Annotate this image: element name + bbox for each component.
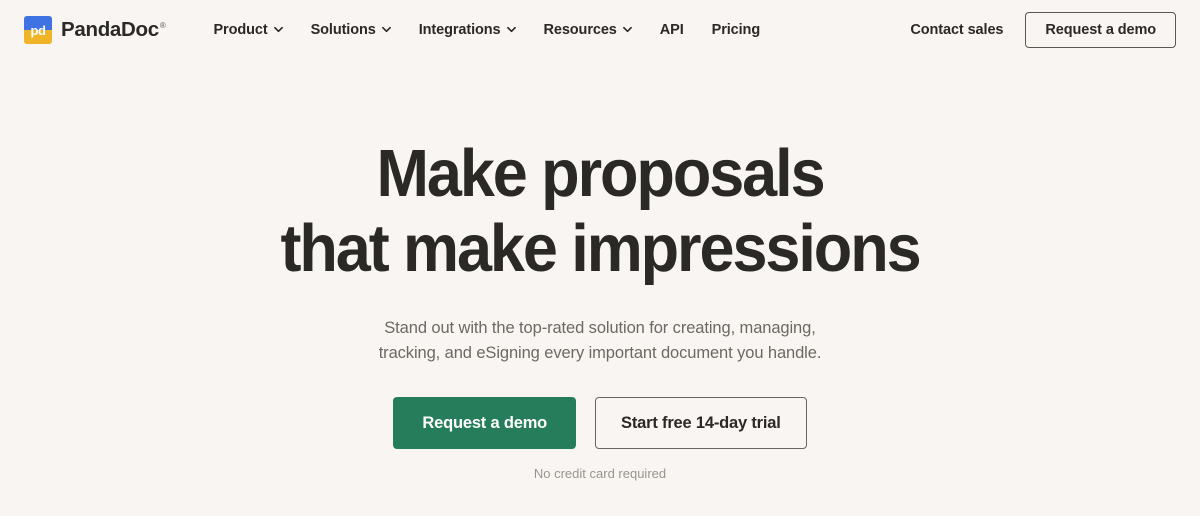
hero-section: Make proposals that make impressions Sta… — [0, 60, 1200, 481]
nav-item-label: Product — [213, 22, 268, 38]
pandadoc-logo-icon: pd — [24, 16, 52, 44]
contact-sales-link[interactable]: Contact sales — [910, 22, 1003, 38]
nav-item-pricing[interactable]: Pricing — [698, 14, 774, 46]
brand-name: PandaDoc® — [61, 18, 166, 42]
logo-mark-text: pd — [30, 22, 46, 38]
hero-title-line-1: Make proposals — [376, 136, 825, 211]
cta-note: No credit card required — [533, 466, 667, 481]
header-request-demo-button[interactable]: Request a demo — [1025, 12, 1176, 48]
nav-item-label: Pricing — [711, 22, 761, 38]
nav-item-label: Resources — [543, 22, 617, 38]
chevron-down-icon — [622, 25, 632, 34]
nav-item-api[interactable]: API — [646, 14, 698, 46]
nav-item-product[interactable]: Product — [199, 14, 296, 46]
nav-item-resources[interactable]: Resources — [530, 14, 646, 46]
chevron-down-icon — [506, 25, 516, 34]
nav-item-label: Solutions — [310, 22, 376, 38]
hero-subtitle: Stand out with the top-rated solution fo… — [0, 286, 1200, 366]
nav-item-solutions[interactable]: Solutions — [297, 14, 405, 46]
chevron-down-icon — [381, 25, 391, 34]
landing-page: pd PandaDoc® Product Solutions Integrati… — [0, 0, 1200, 516]
chevron-down-icon — [273, 25, 283, 34]
hero-start-free-trial-button[interactable]: Start free 14-day trial — [595, 397, 807, 449]
hero-subtitle-line-2: tracking, and eSigning every important d… — [378, 344, 822, 362]
brand-name-text: PandaDoc — [61, 18, 159, 41]
hero-title-line-2: that make impressions — [280, 211, 921, 286]
trademark-symbol: ® — [159, 21, 166, 31]
hero-subtitle-line-1: Stand out with the top-rated solution fo… — [384, 319, 816, 337]
header-actions: Contact sales Request a demo — [910, 12, 1176, 48]
nav-item-integrations[interactable]: Integrations — [405, 14, 530, 46]
nav-item-label: Integrations — [418, 22, 501, 38]
brand-logo-link[interactable]: pd PandaDoc® — [24, 16, 166, 44]
nav-item-label: API — [659, 22, 684, 38]
main-navigation: Product Solutions Integrations Resources — [199, 14, 774, 46]
hero-title: Make proposals that make impressions — [36, 60, 1164, 286]
hero-cta-row: Request a demo Start free 14-day trial — [0, 366, 1200, 449]
hero-request-demo-button[interactable]: Request a demo — [393, 397, 577, 449]
site-header: pd PandaDoc® Product Solutions Integrati… — [0, 0, 1200, 60]
